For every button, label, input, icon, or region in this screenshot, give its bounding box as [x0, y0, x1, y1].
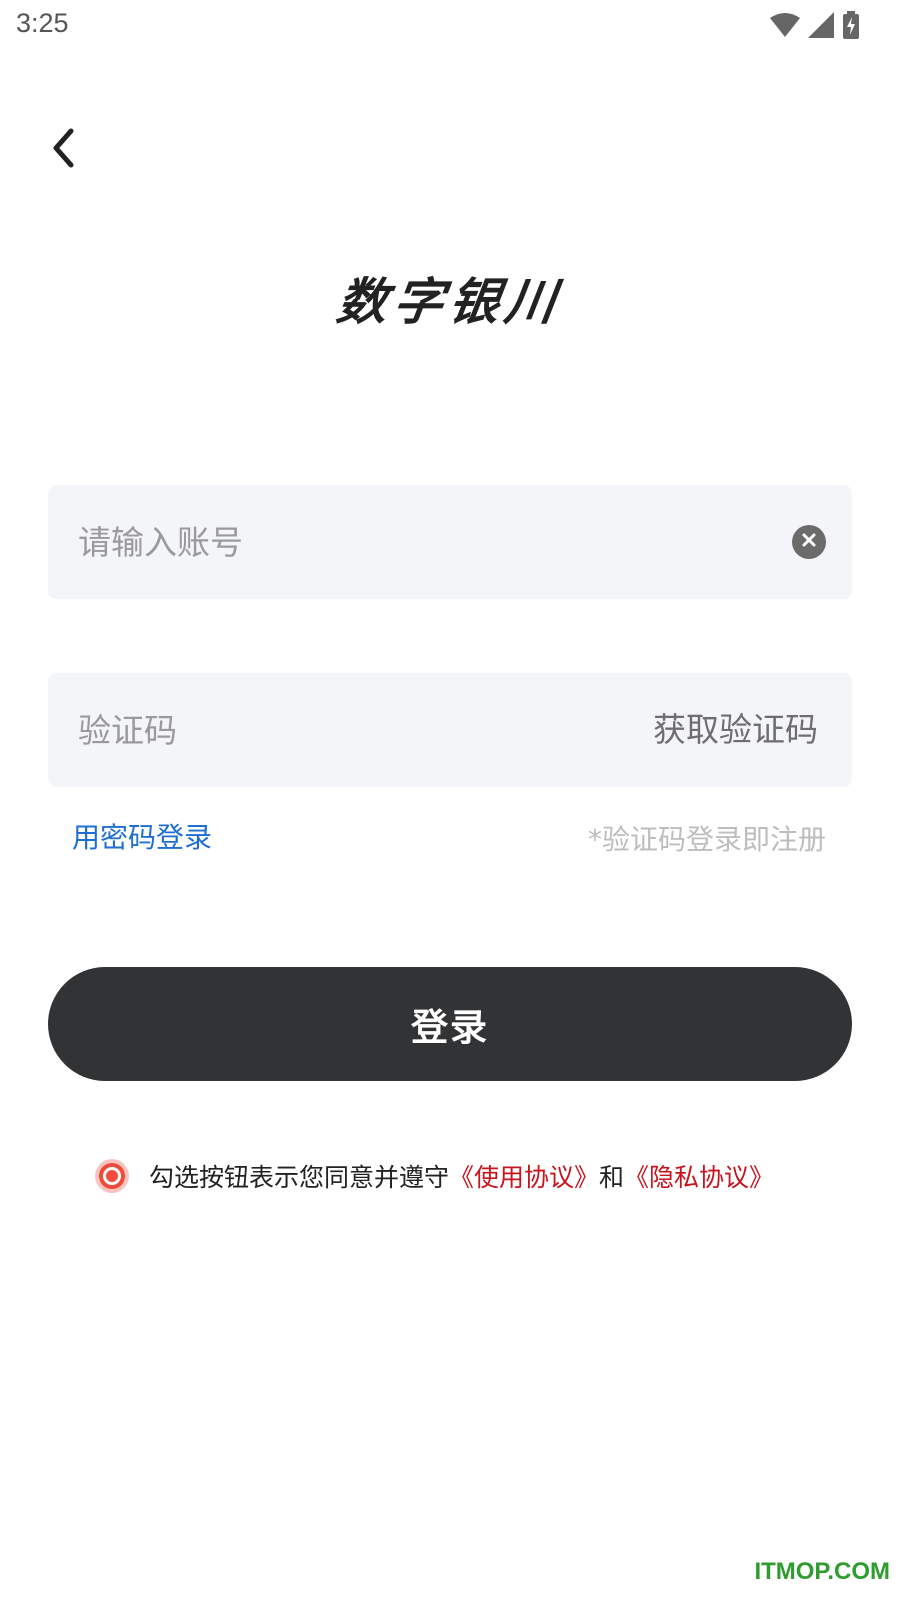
status-bar: 3:25: [0, 0, 900, 50]
clear-account-button[interactable]: [792, 525, 826, 559]
cellular-signal-icon: [808, 12, 834, 38]
clear-circle-icon: [801, 532, 817, 552]
status-icons: [770, 10, 860, 40]
login-button[interactable]: 登录: [48, 967, 852, 1081]
wifi-icon: [770, 12, 800, 38]
account-field: [48, 485, 852, 599]
register-hint: *验证码登录即注册: [587, 823, 826, 856]
radio-checked-icon: [99, 1163, 125, 1189]
account-input[interactable]: [78, 485, 718, 599]
verification-code-field: 获取验证码: [48, 673, 852, 787]
agreement-row: 勾选按钮表示您同意并遵守 《使用协议》 和 《隐私协议》: [95, 1156, 774, 1196]
app-logo: 数字银川: [333, 272, 566, 331]
get-code-button[interactable]: 获取验证码: [653, 673, 818, 787]
back-button[interactable]: [38, 122, 88, 178]
verification-code-input[interactable]: [78, 673, 528, 787]
password-login-link[interactable]: 用密码登录: [72, 816, 212, 856]
chevron-left-icon: [51, 128, 75, 172]
agreement-and-text: 和: [599, 1163, 625, 1192]
agreement-radio[interactable]: [95, 1159, 129, 1193]
agreement-text: 勾选按钮表示您同意并遵守: [149, 1163, 450, 1192]
status-time: 3:25: [16, 8, 69, 38]
privacy-link[interactable]: 《隐私协议》: [624, 1158, 774, 1194]
battery-charging-icon: [842, 11, 860, 39]
watermark: ITMOP.COM: [754, 1558, 890, 1585]
terms-link[interactable]: 《使用协议》: [449, 1158, 599, 1194]
